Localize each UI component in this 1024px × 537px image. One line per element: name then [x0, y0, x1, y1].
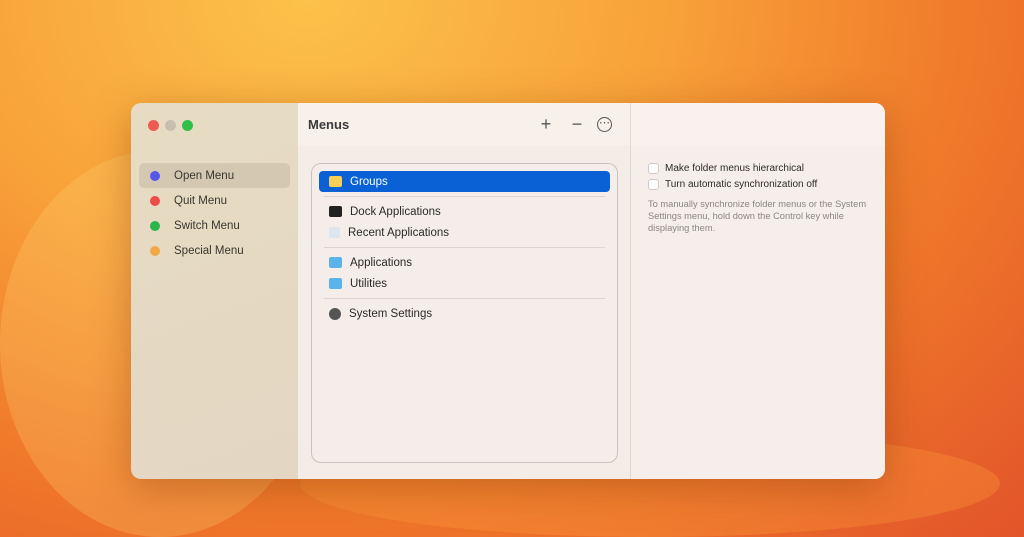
dot-icon [150, 245, 160, 256]
list-item-utilities[interactable]: Utilities [319, 273, 610, 294]
sidebar-item-switch-menu[interactable]: Switch Menu [139, 213, 290, 238]
applications-folder-icon [329, 257, 342, 268]
list-item-applications[interactable]: Applications [319, 252, 610, 273]
sidebar-item-special-menu[interactable]: Special Menu [139, 238, 290, 263]
list-item-system-settings[interactable]: System Settings [319, 303, 610, 324]
remove-button[interactable]: − [567, 115, 587, 133]
hierarchical-checkbox[interactable]: Make folder menus hierarchical [648, 160, 885, 176]
add-button[interactable]: + [536, 115, 556, 133]
utilities-folder-icon [329, 278, 342, 289]
list-item-label: Dock Applications [350, 205, 441, 218]
sidebar-item-label: Quit Menu [174, 194, 228, 207]
folder-icon [329, 176, 342, 187]
recent-apps-icon [329, 227, 340, 238]
gear-icon [329, 307, 341, 320]
sidebar-item-label: Open Menu [174, 169, 235, 182]
checkbox-box[interactable] [648, 162, 659, 174]
minimize-button[interactable] [165, 120, 176, 131]
zoom-button[interactable] [182, 120, 193, 131]
dot-icon [150, 195, 160, 206]
dot-icon [150, 220, 160, 231]
list-item-groups[interactable]: Groups [319, 171, 610, 192]
sidebar-item-quit-menu[interactable]: Quit Menu [139, 188, 290, 213]
list-item-dock-applications[interactable]: Dock Applications [319, 201, 610, 222]
list-item-recent-applications[interactable]: Recent Applications [319, 222, 610, 243]
more-options-button[interactable]: ⋯ [597, 117, 612, 132]
divider [324, 247, 605, 248]
dock-icon [329, 206, 342, 217]
sidebar-item-label: Special Menu [174, 244, 244, 257]
list-item-label: Utilities [350, 277, 388, 290]
page-title: Menus [308, 117, 350, 132]
sync-off-checkbox[interactable]: Turn automatic synchronization off [648, 176, 885, 192]
options-pane: Make folder menus hierarchical Turn auto… [631, 103, 885, 479]
close-button[interactable] [148, 120, 159, 131]
list-item-label: Groups [350, 175, 388, 188]
menus-header: Menus + − ⋯ [298, 103, 630, 146]
app-window: Open Menu Quit Menu Switch Menu Special … [131, 103, 885, 479]
window-controls [148, 120, 193, 131]
sidebar-item-open-menu[interactable]: Open Menu [139, 163, 290, 188]
sidebar: Open Menu Quit Menu Switch Menu Special … [131, 103, 298, 479]
menus-list: Groups Dock Applications Recent Applicat… [311, 163, 618, 463]
checkbox-label: Turn automatic synchronization off [665, 178, 818, 190]
checkbox-box[interactable] [648, 178, 659, 190]
divider [324, 196, 605, 197]
menus-pane: Menus + − ⋯ Groups Dock Applications Rec… [298, 103, 631, 479]
dot-icon [150, 170, 160, 181]
checkbox-label: Make folder menus hierarchical [665, 162, 804, 174]
help-text: To manually synchronize folder menus or … [648, 199, 867, 233]
options-header [631, 103, 885, 146]
list-item-label: Recent Applications [348, 226, 450, 239]
sidebar-nav: Open Menu Quit Menu Switch Menu Special … [139, 163, 290, 263]
list-item-label: Applications [350, 256, 413, 269]
sidebar-item-label: Switch Menu [174, 219, 240, 232]
divider [324, 298, 605, 299]
list-item-label: System Settings [349, 307, 433, 320]
